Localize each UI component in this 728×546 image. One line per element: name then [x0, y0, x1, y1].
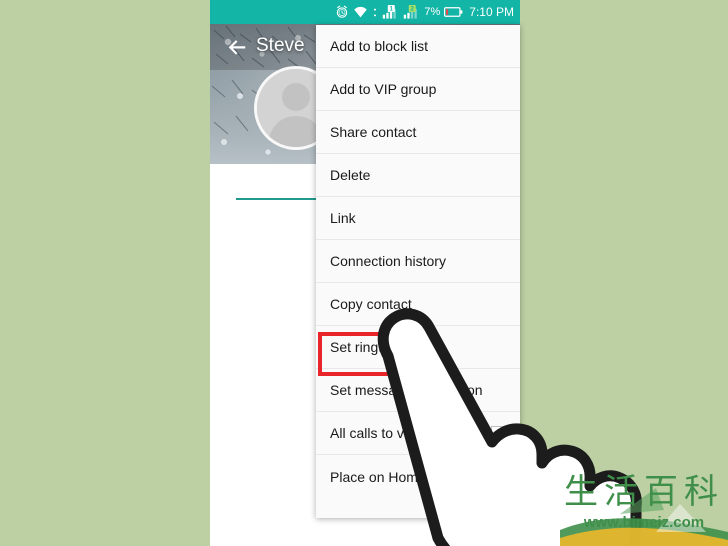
menu-item-label: Connection history: [330, 253, 446, 269]
contact-overflow-menu[interactable]: Add to block list Add to VIP group Share c…: [316, 25, 520, 518]
menu-item-set-message-notification[interactable]: Set message notification: [316, 369, 520, 412]
wifi-icon: [354, 6, 368, 18]
menu-item-label: Share contact: [330, 124, 417, 140]
menu-item-label: Link: [330, 210, 356, 226]
menu-item-checkbox[interactable]: [491, 426, 504, 439]
menu-item-copy-contact[interactable]: Copy contact: [316, 283, 520, 326]
status-bar: 1 2 7% 7:10 PM: [210, 0, 520, 24]
back-arrow-icon[interactable]: [226, 36, 248, 58]
menu-item-add-to-vip-group[interactable]: Add to VIP group: [316, 68, 520, 111]
menu-item-set-ringtone[interactable]: Set ringtone: [316, 326, 520, 369]
menu-item-label: Copy contact: [330, 296, 412, 312]
menu-item-all-calls-to-voicemail[interactable]: All calls to voicemail: [316, 412, 520, 455]
screenshot-stage: Steve About Actions Mobile +1 23456789: [0, 0, 728, 546]
signal-sim2-icon: 2: [404, 5, 418, 19]
svg-text:2: 2: [411, 6, 415, 13]
battery-percent-label: 7%: [424, 5, 441, 18]
watermark-chinese-text: 生活百科: [564, 472, 724, 512]
svg-text:1: 1: [390, 6, 394, 13]
menu-item-label: Place on Home screen: [330, 468, 472, 485]
menu-item-share-contact[interactable]: Share contact: [316, 111, 520, 154]
menu-item-label: Add to VIP group: [330, 81, 437, 97]
menu-item-label: Delete: [330, 167, 371, 183]
alarm-clock-icon: [337, 5, 348, 18]
menu-item-label: Set ringtone: [330, 339, 406, 355]
battery-icon: [444, 7, 463, 17]
signal-sim1-icon: 1: [383, 5, 397, 19]
menu-item-add-to-block-list[interactable]: Add to block list: [316, 25, 520, 68]
watermark-url: www.bimeiz.com: [583, 514, 705, 531]
menu-item-link[interactable]: Link: [316, 197, 520, 240]
menu-item-label: Set message notification: [330, 382, 483, 398]
menu-item-label: All calls to voicemail: [330, 425, 456, 441]
menu-item-place-on-home-screen[interactable]: Place on Home screen: [316, 455, 520, 498]
menu-item-connection-history[interactable]: Connection history: [316, 240, 520, 283]
menu-item-label: Add to block list: [330, 38, 429, 54]
watermark: 生活百科 www.bimeiz.com: [560, 470, 728, 546]
status-bar-clock: 7:10 PM: [469, 5, 514, 19]
menu-item-delete[interactable]: Delete: [316, 154, 520, 197]
contact-name: Steve: [256, 35, 305, 56]
sim-divider-icon: [374, 8, 377, 16]
